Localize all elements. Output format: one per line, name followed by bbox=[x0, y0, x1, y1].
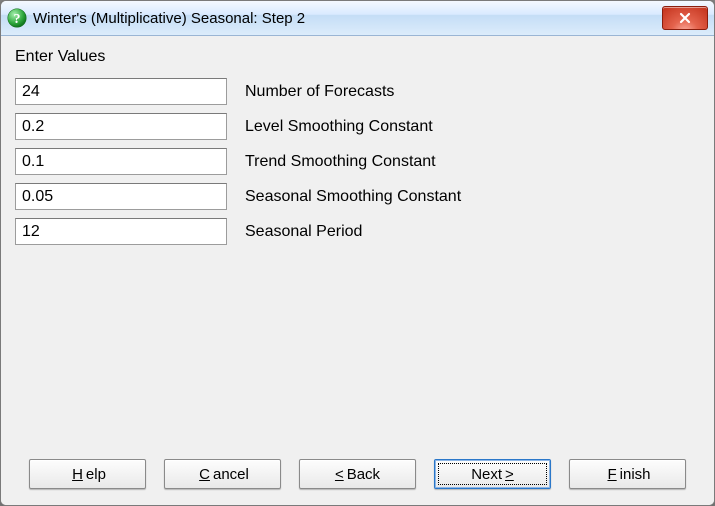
button-mnemonic: C bbox=[199, 466, 210, 483]
help-app-icon: ? bbox=[7, 8, 27, 28]
field-row-seasonal-smooth: Seasonal Smoothing Constant bbox=[15, 183, 700, 210]
level-smooth-label: Level Smoothing Constant bbox=[245, 118, 433, 136]
client-area: Enter Values Number of Forecasts Level S… bbox=[1, 36, 714, 505]
seasonal-period-input[interactable] bbox=[15, 218, 227, 245]
button-post: Back bbox=[347, 466, 380, 483]
button-mnemonic: H bbox=[72, 466, 83, 483]
level-smooth-input[interactable] bbox=[15, 113, 227, 140]
dialog-window: ? Winter's (Multiplicative) Seasonal: St… bbox=[0, 0, 715, 506]
button-mnemonic: F bbox=[607, 466, 616, 483]
close-button[interactable] bbox=[662, 6, 708, 30]
next-button[interactable]: Next > bbox=[434, 459, 551, 489]
button-bar: Help Cancel < Back Next > Finish bbox=[15, 449, 700, 505]
num-forecasts-label: Number of Forecasts bbox=[245, 83, 394, 101]
back-button[interactable]: < Back bbox=[299, 459, 416, 489]
num-forecasts-input[interactable] bbox=[15, 78, 227, 105]
titlebar: ? Winter's (Multiplicative) Seasonal: St… bbox=[1, 1, 714, 36]
button-pre: Next bbox=[471, 466, 502, 483]
svg-text:?: ? bbox=[14, 12, 21, 27]
close-icon bbox=[678, 12, 692, 24]
field-row-trend-smooth: Trend Smoothing Constant bbox=[15, 148, 700, 175]
button-mnemonic: < bbox=[335, 466, 344, 483]
seasonal-smooth-input[interactable] bbox=[15, 183, 227, 210]
trend-smooth-input[interactable] bbox=[15, 148, 227, 175]
field-row-level-smooth: Level Smoothing Constant bbox=[15, 113, 700, 140]
section-label: Enter Values bbox=[15, 48, 700, 66]
cancel-button[interactable]: Cancel bbox=[164, 459, 281, 489]
finish-button[interactable]: Finish bbox=[569, 459, 686, 489]
field-row-num-forecasts: Number of Forecasts bbox=[15, 78, 700, 105]
field-row-seasonal-period: Seasonal Period bbox=[15, 218, 700, 245]
window-title: Winter's (Multiplicative) Seasonal: Step… bbox=[33, 10, 656, 27]
fields-group: Number of Forecasts Level Smoothing Cons… bbox=[15, 78, 700, 245]
button-post: ancel bbox=[213, 466, 249, 483]
trend-smooth-label: Trend Smoothing Constant bbox=[245, 153, 436, 171]
seasonal-smooth-label: Seasonal Smoothing Constant bbox=[245, 188, 461, 206]
button-post: elp bbox=[86, 466, 106, 483]
button-mnemonic: > bbox=[505, 466, 514, 483]
seasonal-period-label: Seasonal Period bbox=[245, 223, 362, 241]
help-button[interactable]: Help bbox=[29, 459, 146, 489]
button-post: inish bbox=[620, 466, 651, 483]
